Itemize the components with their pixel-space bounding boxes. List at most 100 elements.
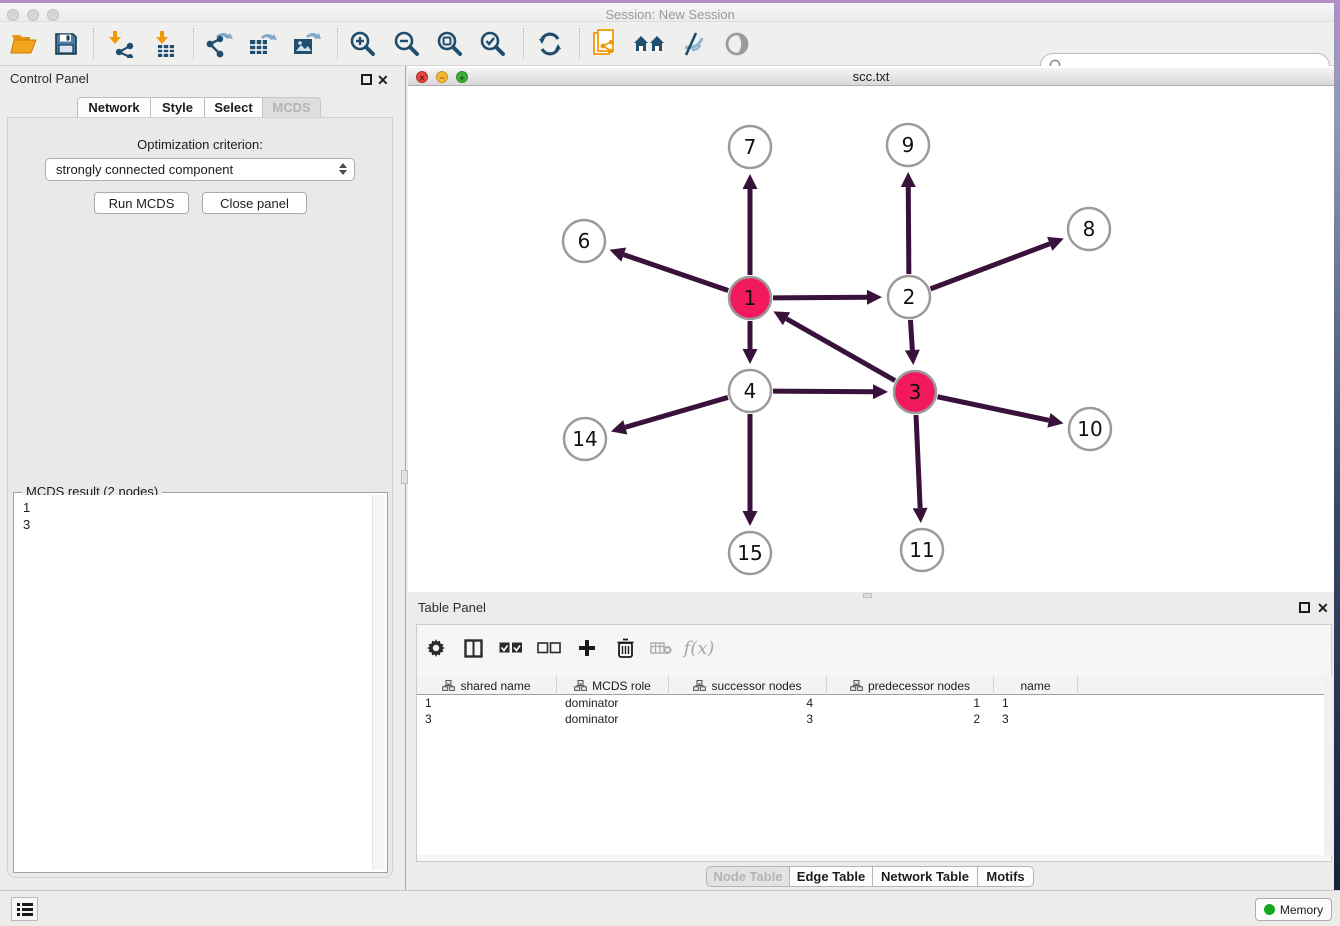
graph-edge-2-8[interactable]: [931, 244, 1050, 289]
network-view-window: × − + scc.txt 7968124314101511: [408, 66, 1334, 592]
memory-button[interactable]: Memory: [1255, 898, 1332, 921]
cell-mcds-role[interactable]: dominator: [557, 695, 669, 711]
divider-grip[interactable]: [401, 470, 408, 484]
table-row[interactable]: 3 dominator 3 2 3: [417, 711, 1324, 727]
table-row[interactable]: 1 dominator 4 1 1: [417, 695, 1324, 711]
cell-predecessor-nodes[interactable]: 2: [827, 711, 994, 727]
mcds-result-text[interactable]: 1 3: [16, 495, 371, 870]
column-header-shared-name[interactable]: shared name: [417, 676, 557, 695]
zoom-fit-button[interactable]: [432, 28, 468, 60]
graph-edge-3-1[interactable]: [786, 319, 895, 381]
cell-predecessor-nodes[interactable]: 1: [827, 695, 994, 711]
cell-mcds-role[interactable]: dominator: [557, 711, 669, 727]
toolbar-separator: [579, 28, 580, 60]
zoom-in-button[interactable]: [345, 28, 381, 60]
cell-successor-nodes[interactable]: 3: [669, 711, 827, 727]
export-image-button[interactable]: [288, 28, 324, 60]
criterion-dropdown-value: strongly connected component: [56, 162, 233, 177]
graph-edge-4-14[interactable]: [625, 397, 728, 427]
network-canvas[interactable]: 7968124314101511: [408, 87, 1334, 592]
hide-selected-button[interactable]: [674, 28, 710, 60]
cell-name[interactable]: 3: [994, 711, 1078, 727]
cell-successor-nodes[interactable]: 4: [669, 695, 827, 711]
panel-divider-horizontal[interactable]: [408, 592, 1334, 598]
tab-select[interactable]: Select: [204, 97, 263, 118]
graph-edge-2-3[interactable]: [910, 320, 912, 350]
apply-function-button[interactable]: f(x): [684, 634, 714, 662]
first-neighbors-button[interactable]: [631, 28, 667, 60]
tab-motifs[interactable]: Motifs: [977, 866, 1034, 887]
close-panel-button[interactable]: Close panel: [202, 192, 307, 214]
import-network-button[interactable]: [103, 28, 139, 60]
table-panel-close-button[interactable]: ✕: [1317, 603, 1329, 614]
gear-icon: [426, 638, 446, 658]
graph-edge-1-2[interactable]: [773, 297, 867, 298]
delete-columns-button[interactable]: [610, 634, 640, 662]
tab-style[interactable]: Style: [150, 97, 205, 118]
show-all-button[interactable]: [719, 28, 755, 60]
graph-node-label: 10: [1077, 417, 1102, 441]
tab-network[interactable]: Network: [77, 97, 151, 118]
zoom-out-button[interactable]: [389, 28, 425, 60]
criterion-dropdown[interactable]: strongly connected component: [45, 158, 355, 181]
split-table-view-button[interactable]: [458, 634, 488, 662]
refresh-layout-button[interactable]: [532, 28, 568, 60]
open-session-button[interactable]: [6, 28, 42, 60]
column-header-predecessor-nodes[interactable]: predecessor nodes: [827, 676, 994, 695]
save-session-button[interactable]: [48, 28, 84, 60]
select-all-rows-button[interactable]: [496, 634, 526, 662]
graph-edge-2-9[interactable]: [908, 187, 909, 274]
control-panel-title: Control Panel: [10, 71, 89, 86]
tab-node-table[interactable]: Node Table: [706, 866, 790, 887]
task-history-button[interactable]: [11, 897, 38, 921]
save-floppy-icon: [54, 32, 78, 56]
column-header-successor-nodes[interactable]: successor nodes: [669, 676, 827, 695]
control-panel-close-button[interactable]: ✕: [377, 75, 389, 86]
graph-edge-3-11[interactable]: [916, 415, 920, 508]
column-settings-button[interactable]: [421, 634, 451, 662]
graph-edge-4-3[interactable]: [773, 391, 873, 392]
optimization-criterion-label: Optimization criterion:: [0, 137, 400, 152]
add-column-button[interactable]: [572, 634, 602, 662]
mcds-result-box: MCDS result (2 nodes) 1 3: [13, 492, 388, 873]
result-scrollbar[interactable]: [372, 495, 385, 870]
panel-divider-vertical[interactable]: [400, 66, 408, 890]
control-panel-float-button[interactable]: [361, 74, 372, 85]
split-columns-icon: [464, 639, 483, 658]
status-bar: Memory: [0, 890, 1340, 926]
list-icon: [17, 903, 33, 916]
table-panel-float-button[interactable]: [1299, 602, 1310, 613]
new-network-from-selection-button[interactable]: [588, 28, 624, 60]
run-mcds-button[interactable]: Run MCDS: [94, 192, 189, 214]
import-table-icon: [151, 30, 179, 58]
graph-node-label: 2: [903, 285, 916, 309]
table-scrollbar[interactable]: [1324, 676, 1332, 856]
network-graph[interactable]: 7968124314101511: [408, 87, 1334, 592]
tab-network-table[interactable]: Network Table: [872, 866, 978, 887]
export-network-icon: [204, 30, 234, 58]
application-window: Session: New Session: [0, 0, 1340, 926]
toolbar-separator: [337, 28, 338, 60]
tab-mcds[interactable]: MCDS: [262, 97, 321, 118]
export-table-button[interactable]: [244, 28, 280, 60]
graph-edge-1-6[interactable]: [624, 255, 729, 291]
graph-edge-3-10[interactable]: [938, 397, 1049, 421]
divider-grip[interactable]: [863, 593, 872, 598]
cell-shared-name[interactable]: 3: [417, 711, 557, 727]
zoom-selected-button[interactable]: [475, 28, 511, 60]
column-header-mcds-role[interactable]: MCDS role: [557, 676, 669, 695]
cell-name[interactable]: 1: [994, 695, 1078, 711]
import-network-icon: [107, 30, 135, 58]
deselect-all-rows-button[interactable]: [534, 634, 564, 662]
network-window-titlebar[interactable]: × − + scc.txt: [408, 68, 1334, 86]
clear-table-button[interactable]: [646, 634, 676, 662]
import-table-button[interactable]: [147, 28, 183, 60]
cell-shared-name[interactable]: 1: [417, 695, 557, 711]
tab-edge-table[interactable]: Edge Table: [789, 866, 873, 887]
column-header-name[interactable]: name: [994, 676, 1078, 695]
export-network-button[interactable]: [201, 28, 237, 60]
graph-node-label: 3: [909, 380, 922, 404]
control-panel-tabs: Network Style Select MCDS: [77, 97, 321, 118]
hierarchy-icon: [574, 680, 587, 691]
clear-table-icon: [650, 641, 672, 655]
